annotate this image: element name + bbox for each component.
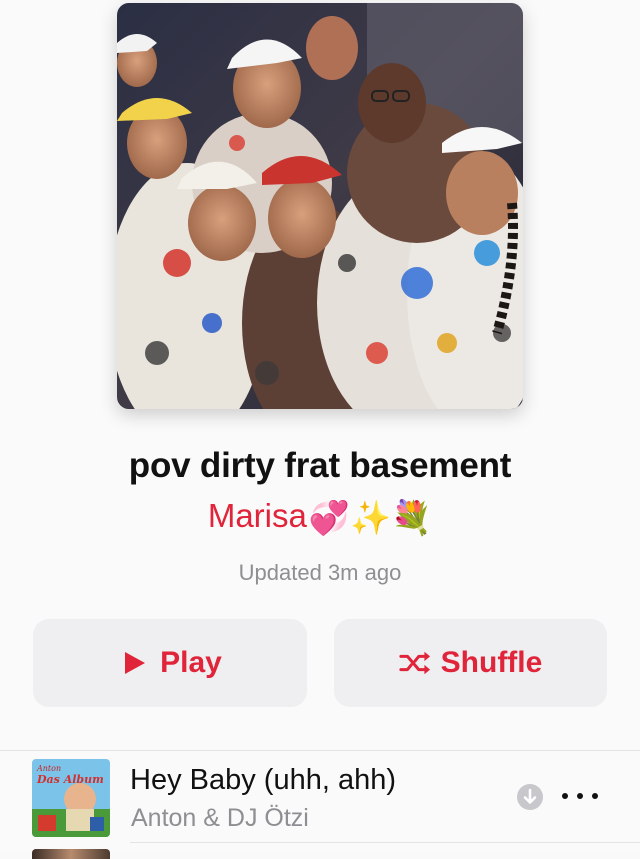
curator-emojis: 💞✨💐 <box>308 498 433 536</box>
playlist-title: pov dirty frat basement <box>128 446 512 485</box>
download-arrow-icon[interactable] <box>516 783 544 811</box>
shuffle-button[interactable]: Shuffle <box>334 619 607 707</box>
curator-link[interactable]: Marisa💞✨💐 <box>0 497 640 538</box>
shuffle-icon <box>399 647 431 679</box>
track-artwork: Anton Das Album <box>32 759 110 837</box>
track-row[interactable]: Anton Das Album Hey Baby (uhh, ahh) Anto… <box>0 751 640 843</box>
art-text-main: Das Album <box>36 773 104 786</box>
more-options-button[interactable] <box>562 784 598 808</box>
playlist-cover-image <box>117 3 523 409</box>
row-separator <box>130 842 640 843</box>
next-track-artwork <box>32 849 110 859</box>
play-label: Play <box>160 646 222 679</box>
art-text-top: Anton <box>36 764 61 773</box>
updated-timestamp: Updated 3m ago <box>238 560 402 585</box>
shuffle-label: Shuffle <box>440 646 543 679</box>
play-button[interactable]: Play <box>33 619 307 707</box>
track-title: Hey Baby (uhh, ahh) <box>130 764 396 796</box>
play-triangle-icon <box>118 647 150 679</box>
curator-name: Marisa <box>207 497 307 534</box>
playlist-page: pov dirty frat basement Marisa💞✨💐 Update… <box>0 0 640 859</box>
ellipsis-icon <box>562 793 568 799</box>
track-artist: Anton & DJ Ötzi <box>131 804 309 832</box>
